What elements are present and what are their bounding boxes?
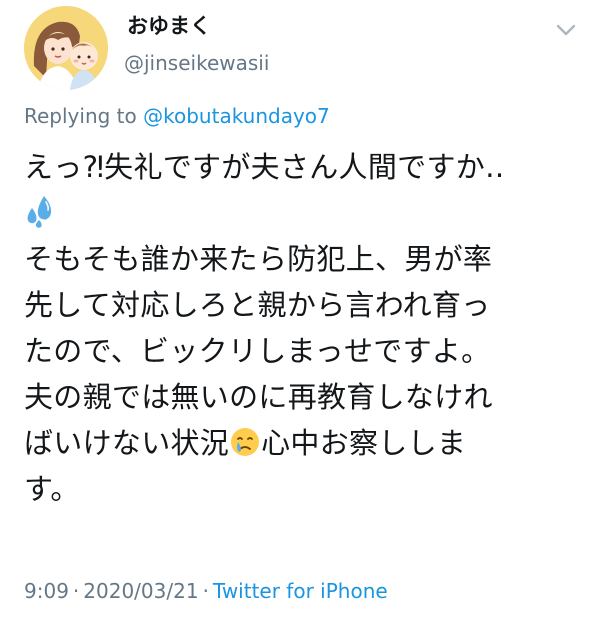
display-name[interactable]: おゆまく [127,12,211,40]
separator: · [202,579,209,603]
illustrated-mother-and-baby-avatar-icon [24,6,108,90]
user-handle[interactable]: @jinseikewasii [124,50,269,76]
reply-prefix: Replying to [24,104,137,128]
crying-face-emoji-icon [231,428,260,456]
tweet-time[interactable]: 9:09 [24,579,69,603]
tweet-line: えっ⁈失礼ですが夫さん人間ですか‥ [24,150,505,184]
chevron-down-icon[interactable] [554,20,578,40]
tweet-date[interactable]: 2020/03/21 [83,579,198,603]
tweet-line [24,190,584,236]
tweet-line: たので、ビックリしまっせですよ。 [24,334,491,368]
separator: · [72,579,80,603]
reply-context: Replying to @kobutakundayo7 [24,103,330,129]
tweet-source-link[interactable]: Twitter for iPhone [213,579,388,603]
tweet-line: 夫の親では無いのに再教育しなけれ [24,380,493,414]
reply-mention-link[interactable]: @kobutakundayo7 [143,104,330,128]
tweet-card: おゆまく @jinseikewasii Replying to @kobutak… [0,0,599,620]
tweet-line: ばいけない状況 心中お察ししま [24,426,467,460]
tweet-line: 先して対応しろと親から言われ育っ [24,288,491,322]
sweat-droplets-emoji-icon [27,196,52,228]
tweet-line: す。 [24,472,80,506]
tweet-line: そもそも誰か来たら防犯上、男が率 [24,242,493,276]
tweet-metadata: 9:09 · 2020/03/21 · Twitter for iPhone [24,578,388,604]
avatar[interactable] [24,6,108,90]
tweet-text: えっ⁈失礼ですが夫さん人間ですか‥ そもそも誰か来たら防犯上、男が率 先して対応… [24,144,584,512]
